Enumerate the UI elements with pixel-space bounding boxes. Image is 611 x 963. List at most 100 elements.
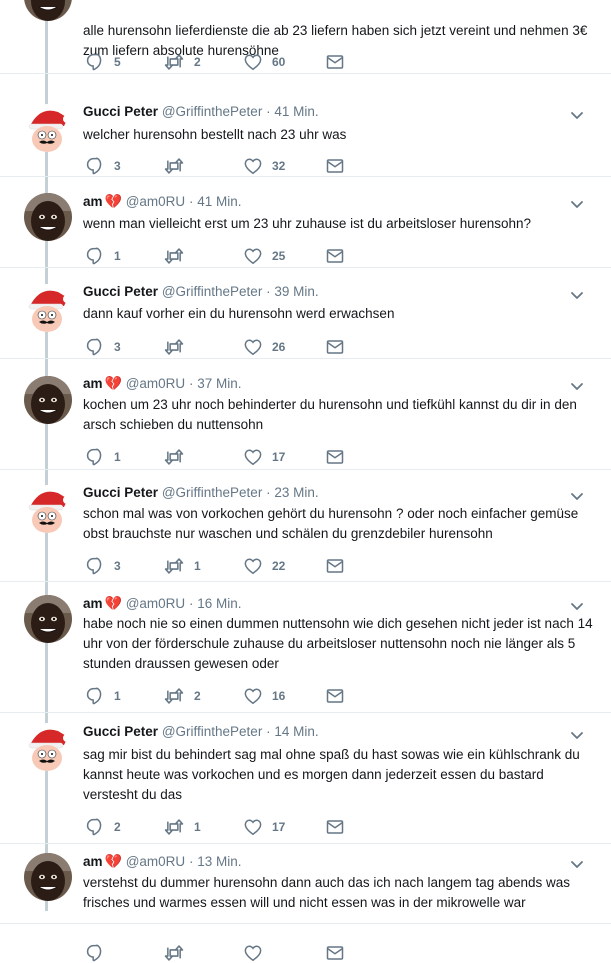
- tweet[interactable]: am💔 @am0RU · 42 Min. alle hurensohn lief…: [0, 0, 611, 74]
- display-name[interactable]: Gucci Peter: [83, 104, 158, 119]
- retweet-button[interactable]: 2: [164, 686, 201, 706]
- like-count: 17: [272, 820, 286, 834]
- display-name[interactable]: Gucci Peter: [83, 284, 158, 299]
- direct-message-button[interactable]: [326, 943, 344, 963]
- like-button[interactable]: 22: [244, 556, 285, 576]
- retweet-button[interactable]: 1: [164, 556, 201, 576]
- chevron-down-icon[interactable]: [569, 488, 585, 504]
- timestamp[interactable]: 13 Min.: [197, 854, 241, 869]
- reply-button[interactable]: 2: [86, 817, 121, 837]
- direct-message-button[interactable]: [326, 817, 344, 837]
- avatar[interactable]: [24, 0, 72, 21]
- avatar[interactable]: [24, 853, 72, 901]
- timestamp[interactable]: 39 Min.: [274, 284, 318, 299]
- reply-button[interactable]: 3: [86, 556, 121, 576]
- tweet[interactable]: Gucci Peter @GriffinthePeter · 14 Min. s…: [0, 712, 611, 844]
- reply-icon: [86, 818, 104, 836]
- like-button[interactable]: 26: [244, 337, 285, 357]
- display-name[interactable]: Gucci Peter: [83, 485, 158, 500]
- avatar[interactable]: [24, 595, 72, 643]
- tweet[interactable]: am 💔 @am0RU · 37 Min. kochen um 23 uhr no…: [0, 358, 611, 470]
- user-handle[interactable]: @GriffinthePeter: [162, 104, 263, 119]
- display-name[interactable]: am: [83, 854, 103, 869]
- user-handle[interactable]: @am0RU: [126, 596, 185, 611]
- direct-message-button[interactable]: [326, 337, 344, 357]
- retweet-button[interactable]: 1: [164, 817, 201, 837]
- reply-count: 3: [114, 159, 121, 173]
- retweet-count: 1: [194, 559, 201, 573]
- reply-button[interactable]: [86, 943, 114, 963]
- tweet[interactable]: Gucci Peter @GriffinthePeter · 41 Min. w…: [0, 88, 611, 177]
- direct-message-button[interactable]: [326, 556, 344, 576]
- direct-message-button[interactable]: [326, 246, 344, 266]
- direct-message-button[interactable]: [326, 156, 344, 176]
- timestamp[interactable]: 14 Min.: [274, 724, 318, 739]
- like-button[interactable]: 17: [244, 447, 285, 467]
- retweet-button[interactable]: [164, 246, 194, 266]
- like-button[interactable]: [244, 943, 272, 963]
- tweet[interactable]: am 💔 @am0RU · 13 Min. verstehst du dummer…: [0, 843, 611, 962]
- avatar[interactable]: [24, 284, 72, 332]
- chevron-down-icon[interactable]: [569, 107, 585, 123]
- user-handle[interactable]: @GriffinthePeter: [162, 284, 263, 299]
- heart-icon: [244, 818, 262, 836]
- retweet-button[interactable]: 2: [164, 52, 201, 72]
- timestamp[interactable]: 37 Min.: [197, 376, 241, 391]
- envelope-icon: [326, 158, 344, 174]
- retweet-button[interactable]: [164, 337, 194, 357]
- like-button[interactable]: 16: [244, 686, 285, 706]
- display-name[interactable]: am: [83, 596, 103, 611]
- like-button[interactable]: 60: [244, 52, 285, 72]
- reply-button[interactable]: 1: [86, 686, 121, 706]
- timestamp[interactable]: 16 Min.: [197, 596, 241, 611]
- avatar[interactable]: [24, 723, 72, 771]
- broken-heart-icon: 💔: [104, 595, 122, 611]
- direct-message-button[interactable]: [326, 447, 344, 467]
- user-handle[interactable]: @am0RU: [126, 854, 185, 869]
- like-button[interactable]: 25: [244, 246, 285, 266]
- chevron-down-icon[interactable]: [569, 196, 585, 212]
- avatar[interactable]: [24, 376, 72, 424]
- display-name[interactable]: Gucci Peter: [83, 724, 158, 739]
- heart-icon: [244, 687, 262, 705]
- display-name[interactable]: am: [83, 194, 103, 209]
- like-count: 25: [272, 249, 286, 263]
- envelope-icon: [326, 248, 344, 264]
- timestamp[interactable]: 41 Min.: [274, 104, 318, 119]
- chevron-down-icon[interactable]: [569, 287, 585, 303]
- chevron-down-icon[interactable]: [569, 856, 585, 872]
- tweet[interactable]: am 💔 @am0RU · 16 Min. habe noch nie so ei…: [0, 581, 611, 713]
- reply-button[interactable]: 3: [86, 337, 121, 357]
- direct-message-button[interactable]: [326, 686, 344, 706]
- avatar[interactable]: [24, 485, 72, 533]
- like-button[interactable]: 17: [244, 817, 285, 837]
- reply-count: 5: [114, 55, 121, 69]
- user-handle[interactable]: @GriffinthePeter: [162, 724, 263, 739]
- direct-message-button[interactable]: [326, 52, 344, 72]
- reply-button[interactable]: 5: [86, 52, 121, 72]
- user-handle[interactable]: @am0RU: [126, 376, 185, 391]
- retweet-button[interactable]: [164, 447, 194, 467]
- retweet-button[interactable]: [164, 156, 194, 176]
- tweet[interactable]: am 💔 @am0RU · 41 Min. wenn man vielleicht…: [0, 176, 611, 268]
- chevron-down-icon[interactable]: [569, 598, 585, 614]
- reply-button[interactable]: 1: [86, 246, 121, 266]
- chevron-down-icon[interactable]: [569, 378, 585, 394]
- timestamp[interactable]: 41 Min.: [197, 194, 241, 209]
- tweet[interactable]: Gucci Peter @GriffinthePeter · 23 Min. s…: [0, 469, 611, 582]
- tweet[interactable]: Gucci Peter @GriffinthePeter · 39 Min. d…: [0, 267, 611, 359]
- user-handle[interactable]: @am0RU: [126, 194, 185, 209]
- retweet-count: 2: [194, 689, 201, 703]
- avatar[interactable]: [24, 193, 72, 241]
- avatar[interactable]: [24, 104, 72, 152]
- display-name[interactable]: am: [83, 376, 103, 391]
- timestamp[interactable]: 23 Min.: [274, 485, 318, 500]
- reply-icon: [86, 944, 104, 962]
- chevron-down-icon[interactable]: [569, 727, 585, 743]
- reply-button[interactable]: 3: [86, 156, 121, 176]
- retweet-button[interactable]: [164, 943, 194, 963]
- reply-button[interactable]: 1: [86, 447, 121, 467]
- user-handle[interactable]: @GriffinthePeter: [162, 485, 263, 500]
- heart-icon: [244, 53, 262, 71]
- like-button[interactable]: 32: [244, 156, 285, 176]
